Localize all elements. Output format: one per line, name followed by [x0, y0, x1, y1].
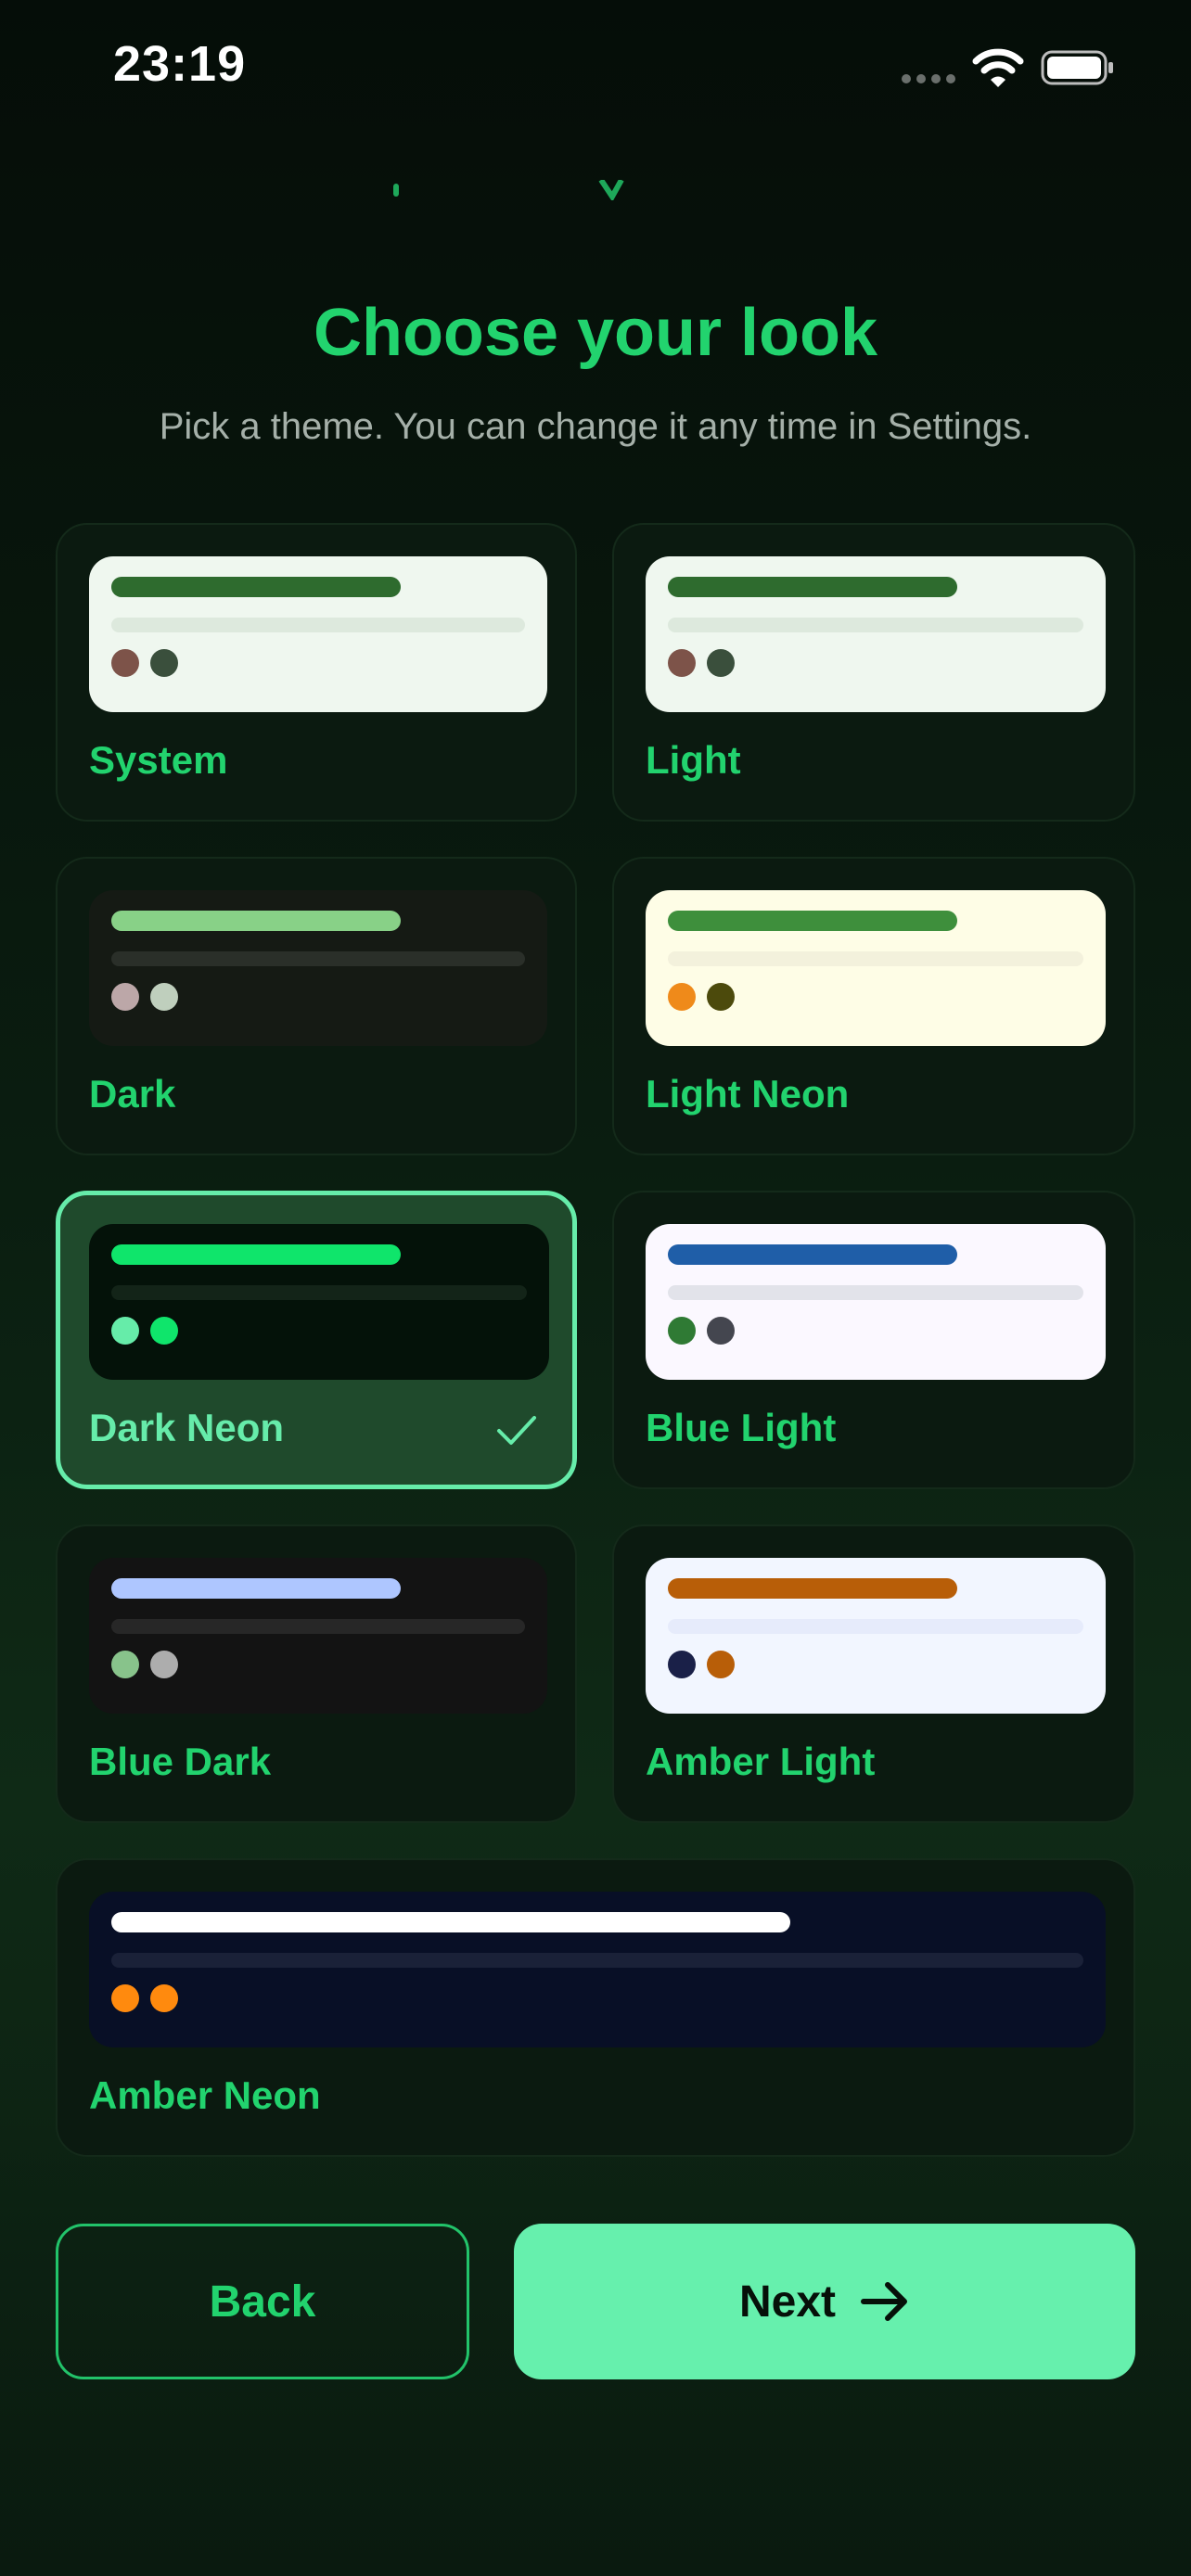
preview-primary-bar [668, 1578, 957, 1599]
theme-card-amber-neon[interactable]: Amber Neon [56, 1858, 1135, 2157]
theme-card-label: Dark Neon [89, 1406, 285, 1449]
preview-primary-bar [111, 911, 401, 931]
wifi-icon [972, 48, 1024, 87]
theme-card-amber-light[interactable]: Amber Light [612, 1524, 1135, 1823]
preview-color-dot [707, 1317, 735, 1345]
theme-card-label: Amber Light [646, 1740, 876, 1783]
preview-color-dot [111, 1984, 139, 2012]
theme-preview [89, 890, 547, 1046]
preview-color-dot [150, 1651, 178, 1678]
preview-secondary-bar [111, 1953, 1083, 1968]
theme-card-light[interactable]: Light [612, 523, 1135, 822]
preview-secondary-bar [111, 1619, 525, 1634]
preview-secondary-bar [111, 1285, 527, 1300]
theme-preview [89, 1558, 547, 1714]
theme-card-label: Light Neon [646, 1072, 850, 1116]
theme-preview [89, 1892, 1106, 2047]
theme-card-label: Amber Neon [89, 2073, 321, 2117]
next-button-label: Next [738, 2276, 837, 2327]
theme-card-label: Dark [89, 1072, 176, 1116]
status-time: 23:19 [113, 36, 247, 92]
preview-color-dot [668, 1317, 696, 1345]
preview-color-dot [668, 1651, 696, 1678]
preview-primary-bar [111, 1578, 401, 1599]
theme-card-blue-light[interactable]: Blue Light [612, 1191, 1135, 1489]
preview-secondary-bar [111, 951, 525, 966]
arrow-right-icon [861, 2282, 908, 2321]
theme-card-dark[interactable]: Dark [56, 857, 577, 1155]
preview-color-dot [668, 649, 696, 677]
theme-preview [646, 1224, 1106, 1380]
preview-primary-bar [111, 1912, 790, 1932]
next-button[interactable]: Next [514, 2224, 1135, 2379]
preview-primary-bar [668, 1244, 957, 1265]
theme-preview [646, 890, 1106, 1046]
theme-card-system[interactable]: System [56, 523, 577, 822]
theme-preview [89, 556, 547, 712]
preview-color-dot [150, 649, 178, 677]
theme-preview [646, 1558, 1106, 1714]
status-bar: 23:19 [0, 0, 1191, 139]
theme-card-light-neon[interactable]: Light Neon [612, 857, 1135, 1155]
preview-color-dot [707, 983, 735, 1011]
theme-preview [89, 1224, 549, 1380]
preview-secondary-bar [111, 618, 525, 632]
page-subtitle: Pick a theme. You can change it any time… [159, 406, 1032, 447]
theme-card-label: Light [646, 738, 741, 782]
theme-card-label: Blue Light [646, 1406, 837, 1449]
back-button[interactable]: Back [56, 2224, 469, 2379]
preview-secondary-bar [668, 618, 1083, 632]
preview-primary-bar [111, 577, 401, 597]
battery-icon [1041, 50, 1113, 85]
checkmark-icon [497, 1416, 536, 1445]
preview-color-dot [668, 983, 696, 1011]
preview-primary-bar [668, 577, 957, 597]
preview-color-dot [111, 1317, 139, 1345]
preview-secondary-bar [668, 1619, 1083, 1634]
preview-color-dot [707, 649, 735, 677]
theme-card-label: System [89, 738, 228, 782]
back-button-label: Back [209, 2276, 316, 2327]
preview-color-dot [111, 1651, 139, 1678]
preview-primary-bar [111, 1244, 401, 1265]
preview-color-dot [150, 1317, 178, 1345]
cellular-signal-icon [902, 74, 957, 85]
preview-color-dot [111, 649, 139, 677]
preview-secondary-bar [668, 1285, 1083, 1300]
preview-color-dot [111, 983, 139, 1011]
theme-card-label: Blue Dark [89, 1740, 272, 1783]
preview-secondary-bar [668, 951, 1083, 966]
page-title: Choose your look [313, 296, 878, 370]
theme-card-dark-neon[interactable]: Dark Neon [56, 1191, 577, 1489]
preview-color-dot [150, 983, 178, 1011]
preview-color-dot [150, 1984, 178, 2012]
theme-preview [646, 556, 1106, 712]
preview-primary-bar [668, 911, 957, 931]
scrolled-header-fragment [393, 180, 624, 200]
theme-card-blue-dark[interactable]: Blue Dark [56, 1524, 577, 1823]
preview-color-dot [707, 1651, 735, 1678]
